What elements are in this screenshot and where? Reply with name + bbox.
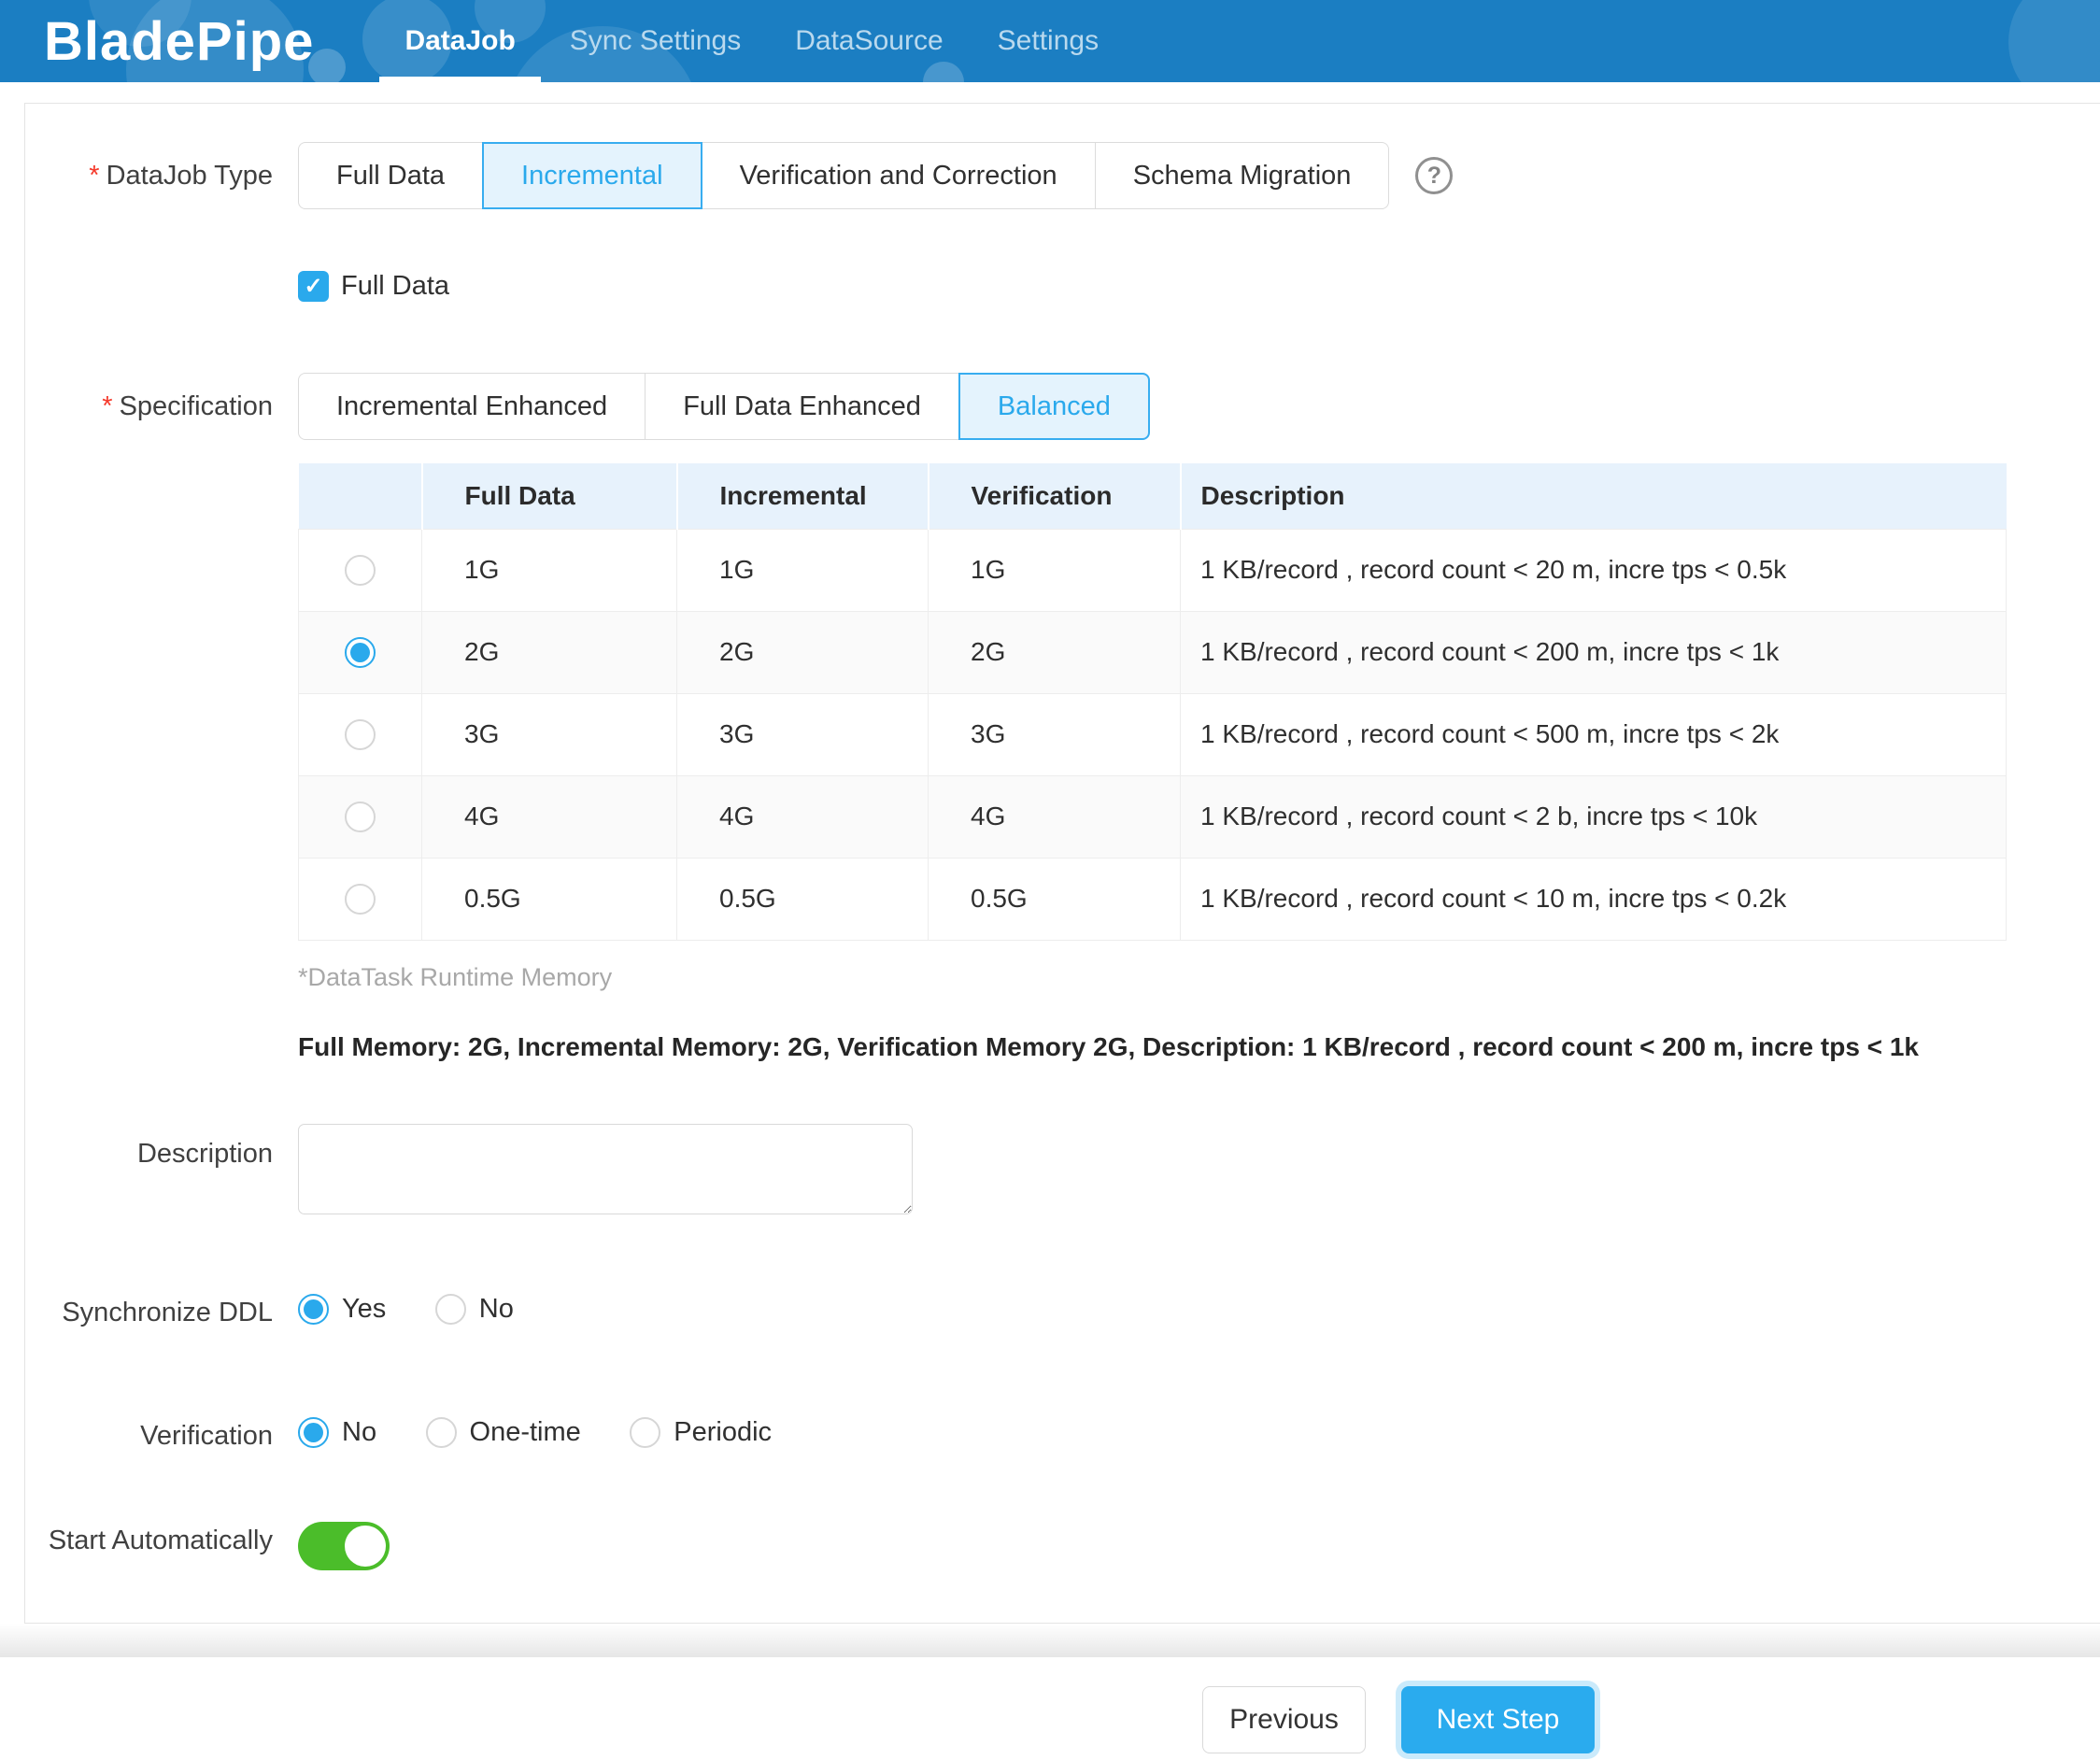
cell-full-data: 1G [422,529,677,611]
specification-label: *Specification [25,373,273,423]
segment-full-data-enhanced[interactable]: Full Data Enhanced [645,373,959,440]
verification-row: Verification No One-time Periodic [25,1417,2100,1453]
description-label: Description [25,1124,273,1171]
cell-description: 1 KB/record , record count < 500 m, incr… [1181,693,2007,775]
table-row[interactable]: 4G 4G 4G 1 KB/record , record count < 2 … [299,775,2007,858]
segment-incremental-enhanced[interactable]: Incremental Enhanced [298,373,646,440]
selected-spec-summary: Full Memory: 2G, Incremental Memory: 2G,… [298,1032,2100,1062]
footer-bar: Previous Next Step [0,1657,2100,1753]
table-row[interactable]: 3G 3G 3G 1 KB/record , record count < 50… [299,693,2007,775]
description-column-header: Description [1181,463,2007,529]
synchronize-ddl-label: Synchronize DDL [25,1294,273,1329]
full-data-checkbox[interactable]: ✓ Full Data [298,271,449,302]
cell-verification: 2G [929,611,1181,693]
nav-menu: DataJob Sync Settings DataSource Setting… [377,0,1126,82]
cell-incremental: 1G [677,529,929,611]
cell-incremental: 0.5G [677,858,929,940]
verification-label: Verification [25,1417,273,1453]
cell-description: 1 KB/record , record count < 200 m, incr… [1181,611,2007,693]
cell-verification: 1G [929,529,1181,611]
required-asterisk: * [102,391,112,421]
cell-description: 1 KB/record , record count < 20 m, incre… [1181,529,2007,611]
start-automatically-label: Start Automatically [25,1522,273,1557]
specification-segmented-control: Incremental Enhanced Full Data Enhanced … [298,373,1150,440]
footer-top-shadow [0,1624,2100,1657]
cell-full-data: 0.5G [422,858,677,940]
spec-row-radio[interactable] [345,802,376,832]
nav-item-sync-settings[interactable]: Sync Settings [543,0,768,82]
table-row-selected[interactable]: 2G 2G 2G 1 KB/record , record count < 20… [299,611,2007,693]
bladepipe-logo[interactable]: BladePipe [44,10,314,73]
cell-incremental: 2G [677,611,929,693]
verification-option-no[interactable]: No [298,1417,376,1448]
spec-row-radio-checked[interactable] [345,637,376,668]
cell-incremental: 3G [677,693,929,775]
cell-description: 1 KB/record , record count < 2 b, incre … [1181,775,2007,858]
cell-full-data: 4G [422,775,677,858]
next-step-button[interactable]: Next Step [1401,1686,1595,1753]
ddl-option-yes[interactable]: Yes [298,1294,386,1325]
nav-item-settings[interactable]: Settings [971,0,1126,82]
verification-column-header: Verification [929,463,1181,529]
radio-icon [630,1417,660,1448]
datajob-type-row: *DataJob Type Full Data Incremental Veri… [25,142,2100,209]
cell-full-data: 2G [422,611,677,693]
full-data-column-header: Full Data [422,463,677,529]
verification-option-periodic[interactable]: Periodic [630,1417,772,1448]
question-circle-icon[interactable]: ? [1415,157,1453,194]
toggle-knob [345,1526,386,1567]
spec-row-radio[interactable] [345,555,376,586]
description-textarea[interactable] [298,1124,913,1214]
full-data-checkbox-row: ✓ Full Data [25,271,2100,302]
radio-icon [435,1294,466,1325]
required-asterisk: * [89,161,99,191]
spec-row-radio[interactable] [345,884,376,915]
specification-table: Full Data Incremental Verification Descr… [298,463,2006,941]
segment-verification-and-correction[interactable]: Verification and Correction [702,142,1096,209]
radio-checked-icon [298,1417,329,1448]
datajob-type-label: *DataJob Type [25,142,273,192]
datajob-type-control: Full Data Incremental Verification and C… [298,142,1389,209]
incremental-column-header: Incremental [677,463,929,529]
datajob-type-segmented-control: Full Data Incremental Verification and C… [298,142,1389,209]
radio-icon [426,1417,457,1448]
cell-verification: 3G [929,693,1181,775]
segment-incremental[interactable]: Incremental [482,142,702,209]
cell-description: 1 KB/record , record count < 10 m, incre… [1181,858,2007,940]
checkbox-checked-icon: ✓ [298,271,329,302]
datajob-form-card: *DataJob Type Full Data Incremental Veri… [24,103,2100,1624]
start-automatically-toggle-on[interactable] [298,1522,390,1570]
cell-incremental: 4G [677,775,929,858]
specification-row: *Specification Incremental Enhanced Full… [25,373,2100,440]
top-navbar: BladePipe DataJob Sync Settings DataSour… [0,0,2100,82]
synchronize-ddl-row: Synchronize DDL Yes No [25,1294,2100,1329]
segment-schema-migration[interactable]: Schema Migration [1095,142,1390,209]
segment-full-data[interactable]: Full Data [298,142,483,209]
radio-checked-icon [298,1294,329,1325]
table-header-row: Full Data Incremental Verification Descr… [299,463,2007,529]
nav-item-datasource[interactable]: DataSource [768,0,970,82]
previous-button[interactable]: Previous [1202,1686,1366,1753]
description-row: Description [25,1124,2100,1219]
full-data-checkbox-label: Full Data [341,271,449,302]
spec-row-radio[interactable] [345,719,376,750]
ddl-option-no[interactable]: No [435,1294,514,1325]
cell-full-data: 3G [422,693,677,775]
cell-verification: 4G [929,775,1181,858]
cell-verification: 0.5G [929,858,1181,940]
segment-balanced[interactable]: Balanced [958,373,1150,440]
table-row[interactable]: 0.5G 0.5G 0.5G 1 KB/record , record coun… [299,858,2007,940]
bubble-decoration [2008,0,2100,82]
nav-item-datajob[interactable]: DataJob [377,0,542,82]
verification-option-one-time[interactable]: One-time [426,1417,581,1448]
table-row[interactable]: 1G 1G 1G 1 KB/record , record count < 20… [299,529,2007,611]
radio-column-header [299,463,422,529]
start-automatically-row: Start Automatically [25,1522,2100,1570]
datatask-runtime-memory-note: *DataTask Runtime Memory [298,963,2100,992]
